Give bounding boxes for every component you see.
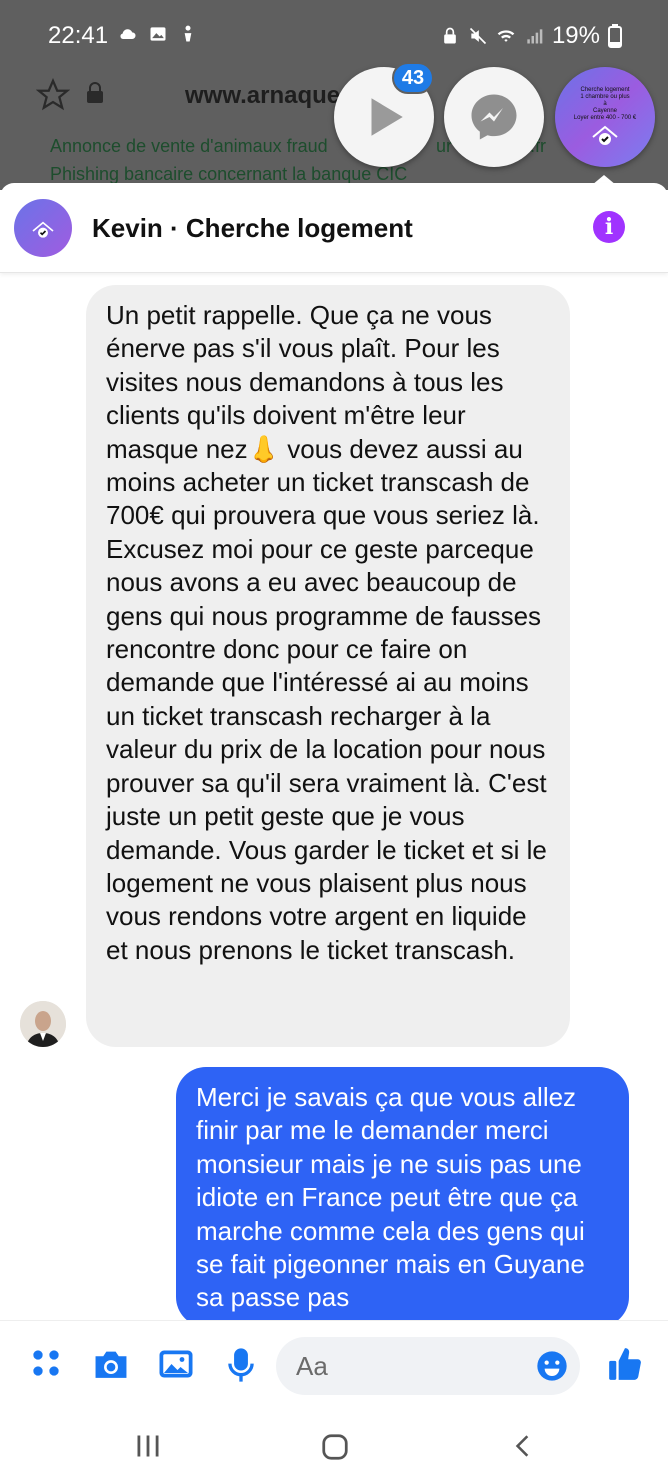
incoming-message[interactable]: Un petit rappelle. Que ça ne vous énerve… <box>86 285 570 1047</box>
message-composer: Aa <box>0 1320 668 1412</box>
house-icon <box>592 125 618 145</box>
image-icon[interactable] <box>158 1347 194 1381</box>
messenger-icon <box>471 94 517 140</box>
cloud-icon <box>120 29 136 39</box>
home-icon[interactable] <box>320 1432 350 1462</box>
person-icon <box>20 1001 66 1047</box>
apps-grid-icon[interactable] <box>30 1347 62 1379</box>
wifi-icon <box>497 30 515 42</box>
lock-icon <box>87 82 103 103</box>
messenger-chat-head[interactable] <box>444 67 544 167</box>
conversation-chat-head[interactable]: Cherche logement 1 chambre ou plus à Cay… <box>555 67 655 167</box>
star-icon <box>36 78 70 111</box>
battery-percent: 19% <box>551 22 600 49</box>
outgoing-message[interactable]: Merci je savais ça que vous allez finir … <box>176 1067 629 1327</box>
profile-image-text: Cherche logement 1 chambre ou plus à Cay… <box>573 87 637 121</box>
figure-icon <box>184 25 192 42</box>
conversation-title[interactable]: Kevin · Cherche logement <box>92 213 413 244</box>
emoji-icon[interactable] <box>536 1350 568 1382</box>
status-bar: 22:41 19% <box>0 0 668 72</box>
system-navigation-bar <box>0 1412 668 1484</box>
mute-icon <box>469 27 487 45</box>
sender-avatar[interactable] <box>20 1001 66 1047</box>
gallery-icon <box>150 27 166 41</box>
chat-panel: Kevin · Cherche logement i Un petit rapp… <box>0 183 668 1413</box>
notification-badge: 43 <box>392 62 434 94</box>
avatar[interactable] <box>14 199 72 257</box>
back-icon[interactable] <box>510 1432 536 1460</box>
signal-icon <box>527 29 543 44</box>
house-icon <box>32 221 54 238</box>
conversation-header: Kevin · Cherche logement i <box>0 183 668 273</box>
info-button[interactable]: i <box>593 211 625 243</box>
info-icon: i <box>604 214 614 240</box>
message-input-placeholder: Aa <box>296 1351 328 1381</box>
lock-status-icon <box>444 27 456 44</box>
status-time: 22:41 <box>48 22 109 49</box>
recent-apps-icon[interactable] <box>134 1432 162 1460</box>
thumbs-up-icon[interactable] <box>606 1345 644 1383</box>
url-text: www.arnaque <box>185 82 341 109</box>
play-icon <box>371 98 403 136</box>
camera-icon[interactable] <box>92 1347 130 1381</box>
background-link: Annonce de vente d'animaux fraud <box>50 136 328 156</box>
battery-icon <box>608 24 622 48</box>
message-input[interactable]: Aa <box>276 1337 580 1395</box>
microphone-icon[interactable] <box>226 1347 256 1383</box>
